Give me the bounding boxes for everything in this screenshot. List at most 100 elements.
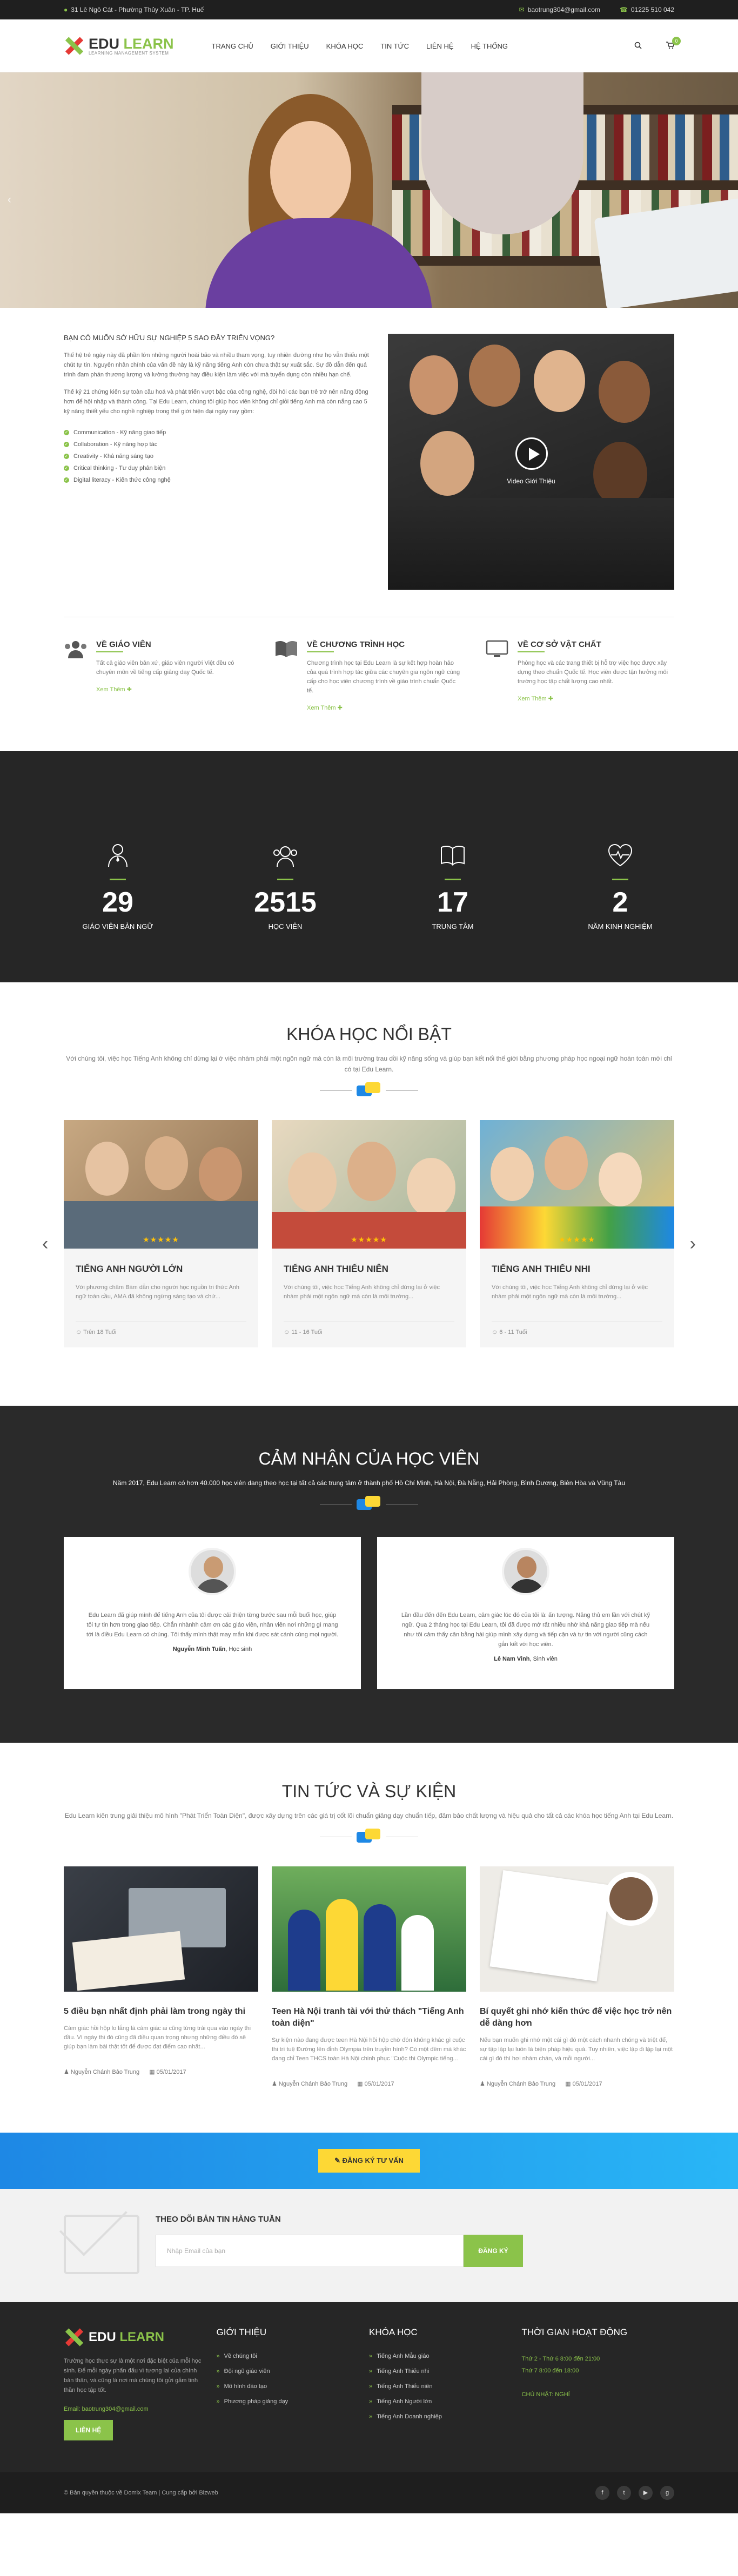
newsletter-subscribe-button[interactable]: ĐĂNG KÝ [464, 2235, 523, 2267]
course-card[interactable]: ★★★★★ TIẾNG ANH THIẾU NIÊN Với chúng tôi… [272, 1120, 466, 1347]
course-card[interactable]: ★★★★★ TIẾNG ANH THIẾU NHI Với chúng tôi,… [480, 1120, 674, 1347]
course-age: ☺ 11 - 16 Tuổi [284, 1321, 454, 1336]
facebook-icon[interactable]: f [595, 2486, 609, 2500]
rating-stars-icon: ★★★★★ [351, 1235, 387, 1244]
footer-contact-button[interactable]: LIÊN HỆ [64, 2420, 113, 2440]
nav-home[interactable]: TRANG CHỦ [212, 39, 253, 53]
social-links: f t ▶ g [595, 2486, 674, 2500]
nav-about[interactable]: GIỚI THIỆU [271, 39, 309, 53]
nav-contact[interactable]: LIÊN HỆ [426, 39, 454, 53]
footer-col-title: GIỚI THIỆU [216, 2327, 267, 2337]
course-image: ★★★★★ [64, 1120, 258, 1249]
feature-text: Tất cả giáo viên bản xứ, giáo viên người… [96, 660, 234, 676]
logo[interactable]: EDU LEARN LEARNING MANAGEMENT SYSTEM [64, 36, 174, 56]
search-icon[interactable] [634, 42, 642, 51]
footer-link[interactable]: Tiếng Anh Thiếu nhi [369, 2368, 522, 2375]
footer-link[interactable]: Về chúng tôi [217, 2353, 370, 2359]
course-text: Với phương châm Bám dẫn cho người học ng… [76, 1284, 240, 1300]
envelope-icon [64, 2215, 139, 2274]
users-icon [64, 640, 88, 662]
slider-prev-icon[interactable]: ‹ [8, 194, 11, 206]
skill-label: Communication - Kỹ năng giao tiếp [73, 429, 166, 436]
newsletter-title: THEO DÕI BẢN TIN HÀNG TUẦN [156, 2215, 281, 2224]
feature-text: Phòng học và các trang thiết bị hỗ trợ v… [518, 660, 668, 685]
course-image: ★★★★★ [272, 1120, 466, 1249]
news-title[interactable]: Bí quyết ghi nhớ kiến thức để việc học t… [480, 2006, 674, 2029]
news-date: 05/01/2017 [364, 2081, 394, 2087]
nav-courses[interactable]: KHÓA HỌC [326, 39, 364, 53]
email-link[interactable]: ✉ baotrung304@gmail.com [519, 6, 600, 14]
skills-list: ✓ Communication - Kỹ năng giao tiếp ✓ Coll… [64, 429, 373, 483]
student-face [270, 121, 351, 224]
feature-more-link[interactable]: Xem Thêm ✚ [307, 705, 343, 711]
brand-name-a: EDU [89, 2330, 116, 2344]
play-icon[interactable] [515, 437, 548, 470]
author-role: , Học sinh [225, 1646, 252, 1653]
calendar-icon: ▦ [357, 2081, 365, 2087]
youtube-icon[interactable]: ▶ [639, 2486, 653, 2500]
more-label: Xem Thêm [96, 686, 125, 693]
nav-system[interactable]: HỆ THỐNG [471, 39, 508, 53]
intro-title: BẠN CÓ MUỐN SỞ HỮU SỰ NGHIỆP 5 SAO ĐẦY T… [64, 334, 275, 342]
section-title: KHÓA HỌC NỔI BẬT [286, 1024, 452, 1044]
stat-number: 2515 [254, 887, 317, 918]
news-meta: ♟ Nguyễn Chánh Bảo Trung ▦ 05/01/2017 [480, 2080, 674, 2087]
footer-link[interactable]: Phương pháp giảng dạy [217, 2398, 370, 2405]
intro-video[interactable]: Video Giới Thiệu [388, 334, 674, 590]
register-consult-button[interactable]: ✎ ĐĂNG KÝ TƯ VẤN [318, 2149, 420, 2173]
footer-link[interactable]: Tiếng Anh Doanh nghiệp [369, 2413, 522, 2420]
pencil-icon: ✎ [334, 2156, 343, 2164]
cart-button[interactable]: 0 [666, 36, 681, 51]
footer-link[interactable]: Tiếng Anh Người lớn [369, 2398, 522, 2405]
user-icon: ♟ [64, 2069, 71, 2075]
news-card[interactable]: 5 điều bạn nhất định phải làm trong ngày… [64, 1866, 258, 2087]
course-carousel: ‹ ★★★★★ TIẾNG ANH NGƯỜI LỚN Với phương c… [42, 1120, 696, 1347]
course-age-label: 6 - 11 Tuổi [499, 1329, 527, 1336]
carousel-prev-icon[interactable]: ‹ [42, 1233, 48, 1255]
testimonial-author: Lê Nam Vinh, Sinh viên [399, 1656, 653, 1662]
feature-more-link[interactable]: Xem Thêm ✚ [518, 696, 553, 702]
news-section: TIN TỨC VÀ SỰ KIỆN Edu Learn kiên trung … [0, 1743, 738, 2087]
accent-underline [518, 651, 545, 652]
news-card[interactable]: Bí quyết ghi nhớ kiến thức để việc học t… [480, 1866, 674, 2087]
news-text: Sự kiện nào đang được teen Hà Nội hồi hộ… [272, 2037, 466, 2062]
footer-link[interactable]: Đội ngũ giáo viên [217, 2368, 370, 2375]
book-icon [274, 640, 298, 662]
cart-count-badge: 0 [672, 36, 681, 45]
email-text[interactable]: baotrung304@gmail.com [528, 6, 600, 14]
footer-link[interactable]: Tiếng Anh Mẫu giáo [369, 2353, 522, 2359]
brand-name: EDU LEARN [89, 36, 174, 51]
testimonial-text: Edu Learn đã giúp mình để tiếng Anh của … [86, 1612, 339, 1638]
main-nav: TRANG CHỦ GIỚI THIỆU KHÓA HỌC TIN TỨC LI… [212, 39, 508, 53]
section-ornament [0, 1082, 738, 1098]
footer-col-hours: THỜI GIAN HOẠT ĐỘNG Thứ 2 - Thứ 6 8:00 đ… [522, 2327, 675, 2440]
skill-item: ✓ Collaboration - Kỹ năng hợp tác [64, 441, 373, 448]
twitter-icon[interactable]: t [617, 2486, 631, 2500]
google-plus-icon[interactable]: g [660, 2486, 674, 2500]
section-title: CẢM NHẬN CỦA HỌC VIÊN [258, 1449, 480, 1468]
intro-section: BẠN CÓ MUỐN SỞ HỮU SỰ NGHIỆP 5 SAO ĐẦY T… [0, 308, 738, 590]
course-card[interactable]: ★★★★★ TIẾNG ANH NGƯỜI LỚN Với phương châ… [64, 1120, 258, 1347]
check-icon: ✓ [64, 477, 69, 483]
footer-link[interactable]: Tiếng Anh Thiếu niên [369, 2383, 522, 2390]
hours-weekday: Thứ 2 - Thứ 6 8:00 đến 21:00 [521, 2356, 600, 2362]
age-icon: ☺ [76, 1329, 84, 1336]
hours-sunday: CHỦ NHẬT: NGHỈ [521, 2391, 570, 2398]
feature-more-link[interactable]: Xem Thêm ✚ [96, 686, 132, 693]
news-title[interactable]: Teen Hà Nội tranh tài với thử thách "Tiế… [272, 2006, 466, 2029]
footer-link[interactable]: Mô hình đào tạo [217, 2383, 370, 2390]
phone-icon: ☎ [619, 6, 628, 14]
nav-news[interactable]: TIN TỨC [380, 39, 409, 53]
phone-text[interactable]: 01225 510 042 [631, 6, 674, 14]
footer-email[interactable]: Email: baotrung304@gmail.com [64, 2406, 217, 2412]
footer-logo[interactable]: EDU LEARN [64, 2327, 217, 2348]
phone-link[interactable]: ☎ 01225 510 042 [620, 6, 674, 14]
newsletter-email-input[interactable]: Nhập Email của bạn [156, 2235, 464, 2267]
news-card[interactable]: Teen Hà Nội tranh tài với thử thách "Tiế… [272, 1866, 466, 2087]
hours-saturday: Thứ 7 8:00 đến 18:00 [521, 2368, 579, 2374]
footer-col-about: GIỚI THIỆU Về chúng tôi Đội ngũ giáo viê… [217, 2327, 370, 2440]
news-title[interactable]: 5 điều bạn nhất định phải làm trong ngày… [64, 2006, 258, 2018]
more-label: Xem Thêm [307, 705, 336, 711]
section-subtitle: Năm 2017, Edu Learn có hơn 40.000 học vi… [113, 1479, 625, 1487]
carousel-next-icon[interactable]: › [690, 1233, 696, 1255]
